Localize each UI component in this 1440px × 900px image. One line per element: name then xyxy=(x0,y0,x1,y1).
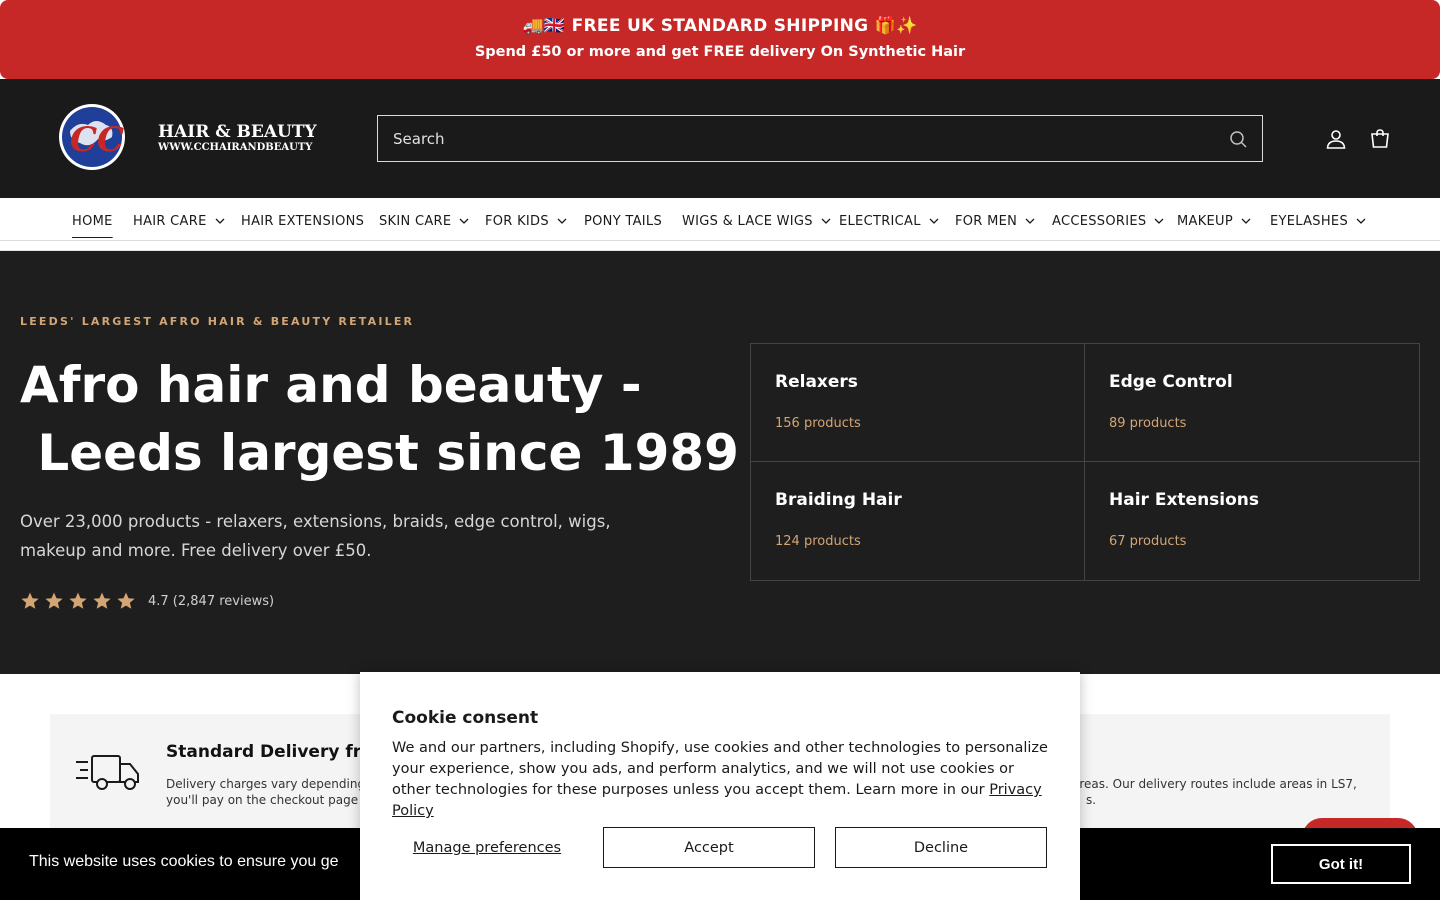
accept-button[interactable]: Accept xyxy=(603,827,815,868)
nav-item-accessories[interactable]: ACCESSORIES xyxy=(1052,210,1164,232)
svg-text:CC: CC xyxy=(70,120,124,160)
rating-text: 4.7 (2,847 reviews) xyxy=(148,593,275,609)
cookie-banner-text: This website uses cookies to ensure you … xyxy=(29,853,339,870)
nav-item-label: HAIR EXTENSIONS xyxy=(241,213,365,229)
category-card-edge-control[interactable]: Edge Control 89 products xyxy=(1085,344,1419,462)
nav-item-label: SKIN CARE xyxy=(379,213,452,229)
delivery-truck-icon xyxy=(76,755,139,790)
cookie-consent-dialog: Cookie consent We and our partners, incl… xyxy=(360,672,1080,900)
cookie-consent-body: We and our partners, including Shopify, … xyxy=(392,738,1052,822)
hero-heading-line2: Leeds largest since 1989 xyxy=(20,424,739,482)
chevron-down-icon xyxy=(929,218,939,224)
got-it-button[interactable]: Got it! xyxy=(1271,844,1411,884)
nav-item-label: PONY TAILS xyxy=(584,213,663,229)
hero-heading: Afro hair and beauty - Leeds largest sin… xyxy=(20,351,739,487)
nav-item-label: FOR KIDS xyxy=(485,213,549,229)
delivery-text-right-line2: s. xyxy=(1086,793,1097,807)
chevron-down-icon xyxy=(557,218,567,224)
manage-preferences-button[interactable]: Manage preferences xyxy=(392,827,582,868)
chevron-down-icon xyxy=(459,218,469,224)
announcement-headline: 🚚🇬🇧 FREE UK STANDARD SHIPPING 🎁✨ xyxy=(522,16,918,36)
nav-item-label: WIGS & LACE WIGS xyxy=(682,213,813,229)
category-grid: Relaxers 156 products Edge Control 89 pr… xyxy=(750,343,1420,581)
search-bar xyxy=(377,115,1263,162)
category-title: Edge Control xyxy=(1109,372,1233,392)
chevron-down-icon xyxy=(215,218,225,224)
category-title: Braiding Hair xyxy=(775,490,902,510)
nav-item-for-kids[interactable]: FOR KIDS xyxy=(485,210,567,232)
chevron-down-icon xyxy=(1154,218,1164,224)
account-icon[interactable] xyxy=(1321,124,1351,154)
announcement-subtext: Spend £50 or more and get FREE delivery … xyxy=(474,44,966,60)
chevron-down-icon xyxy=(1241,218,1251,224)
cookie-consent-text: We and our partners, including Shopify, … xyxy=(392,740,1048,798)
category-card-braiding-hair[interactable]: Braiding Hair 124 products xyxy=(751,462,1085,580)
delivery-text-line2: you'll pay on the checkout page xyxy=(166,793,359,807)
nav-item-for-men[interactable]: FOR MEN xyxy=(955,210,1035,232)
nav-item-makeup[interactable]: MAKEUP xyxy=(1177,210,1251,232)
category-card-relaxers[interactable]: Relaxers 156 products xyxy=(751,344,1085,462)
nav-item-label: ACCESSORIES xyxy=(1052,213,1147,229)
chevron-down-icon xyxy=(1356,218,1366,224)
chevron-down-icon xyxy=(821,218,831,224)
nav-item-electrical[interactable]: ELECTRICAL xyxy=(839,210,939,232)
nav-item-label: HOME xyxy=(72,213,113,229)
category-count: 89 products xyxy=(1109,416,1187,431)
star-icon xyxy=(93,592,111,609)
nav-item-skin-care[interactable]: SKIN CARE xyxy=(379,210,469,232)
rating-summary: 4.7 (2,847 reviews) xyxy=(20,591,274,611)
nav-item-label: EYELASHES xyxy=(1270,213,1348,229)
main-navigation: HOME HAIR CARE HAIR EXTENSIONS SKIN CARE… xyxy=(0,198,1440,251)
cart-icon[interactable] xyxy=(1365,124,1395,154)
delivery-title: Standard Delivery from xyxy=(166,742,391,762)
nav-item-home[interactable]: HOME xyxy=(72,210,113,232)
nav-item-hair-care[interactable]: HAIR CARE xyxy=(133,210,225,232)
nav-item-label: FOR MEN xyxy=(955,213,1018,229)
svg-text:WWW.CCHAIRANDBEAUTY: WWW.CCHAIRANDBEAUTY xyxy=(157,142,313,153)
search-icon[interactable] xyxy=(1226,127,1250,151)
chevron-down-icon xyxy=(1025,218,1035,224)
star-icon xyxy=(69,592,87,609)
announcement-bar: 🚚🇬🇧 FREE UK STANDARD SHIPPING 🎁✨ Spend £… xyxy=(0,0,1440,79)
site-logo[interactable]: CC HAIR & BEAUTY WWW.CCHAIRANDBEAUTY xyxy=(58,103,338,171)
nav-item-label: MAKEUP xyxy=(1177,213,1234,229)
star-icon xyxy=(117,592,135,609)
decline-button[interactable]: Decline xyxy=(835,827,1047,868)
category-count: 124 products xyxy=(775,534,861,549)
category-title: Hair Extensions xyxy=(1109,490,1260,510)
category-count: 156 products xyxy=(775,416,861,431)
star-icon xyxy=(45,592,63,609)
nav-item-wigs-lace-wigs[interactable]: WIGS & LACE WIGS xyxy=(682,210,831,232)
search-input[interactable] xyxy=(379,117,1199,160)
cookie-consent-title: Cookie consent xyxy=(392,708,539,728)
category-count: 67 products xyxy=(1109,534,1187,549)
delivery-text-line1: Delivery charges vary depending xyxy=(166,777,366,791)
svg-text:HAIR & BEAUTY: HAIR & BEAUTY xyxy=(158,122,318,142)
category-title: Relaxers xyxy=(775,372,858,392)
category-card-hair-extensions[interactable]: Hair Extensions 67 products xyxy=(1085,462,1419,580)
site-header: CC HAIR & BEAUTY WWW.CCHAIRANDBEAUTY xyxy=(0,79,1440,198)
star-icon xyxy=(21,592,39,609)
nav-divider xyxy=(0,240,1440,241)
nav-item-pony-tails[interactable]: PONY TAILS xyxy=(584,210,662,232)
nav-item-hair-extensions[interactable]: HAIR EXTENSIONS xyxy=(241,210,364,232)
hero-eyebrow: LEEDS' LARGEST AFRO HAIR & BEAUTY RETAIL… xyxy=(20,315,415,328)
delivery-text-right-line1: areas. Our delivery routes include areas… xyxy=(1072,777,1357,791)
nav-item-eyelashes[interactable]: EYELASHES xyxy=(1270,210,1366,232)
nav-item-label: HAIR CARE xyxy=(133,213,207,229)
hero-heading-line1: Afro hair and beauty - xyxy=(20,356,642,414)
nav-item-label: ELECTRICAL xyxy=(839,213,921,229)
hero-description: Over 23,000 products - relaxers, extensi… xyxy=(20,512,611,560)
hero-section: LEEDS' LARGEST AFRO HAIR & BEAUTY RETAIL… xyxy=(0,251,1440,674)
